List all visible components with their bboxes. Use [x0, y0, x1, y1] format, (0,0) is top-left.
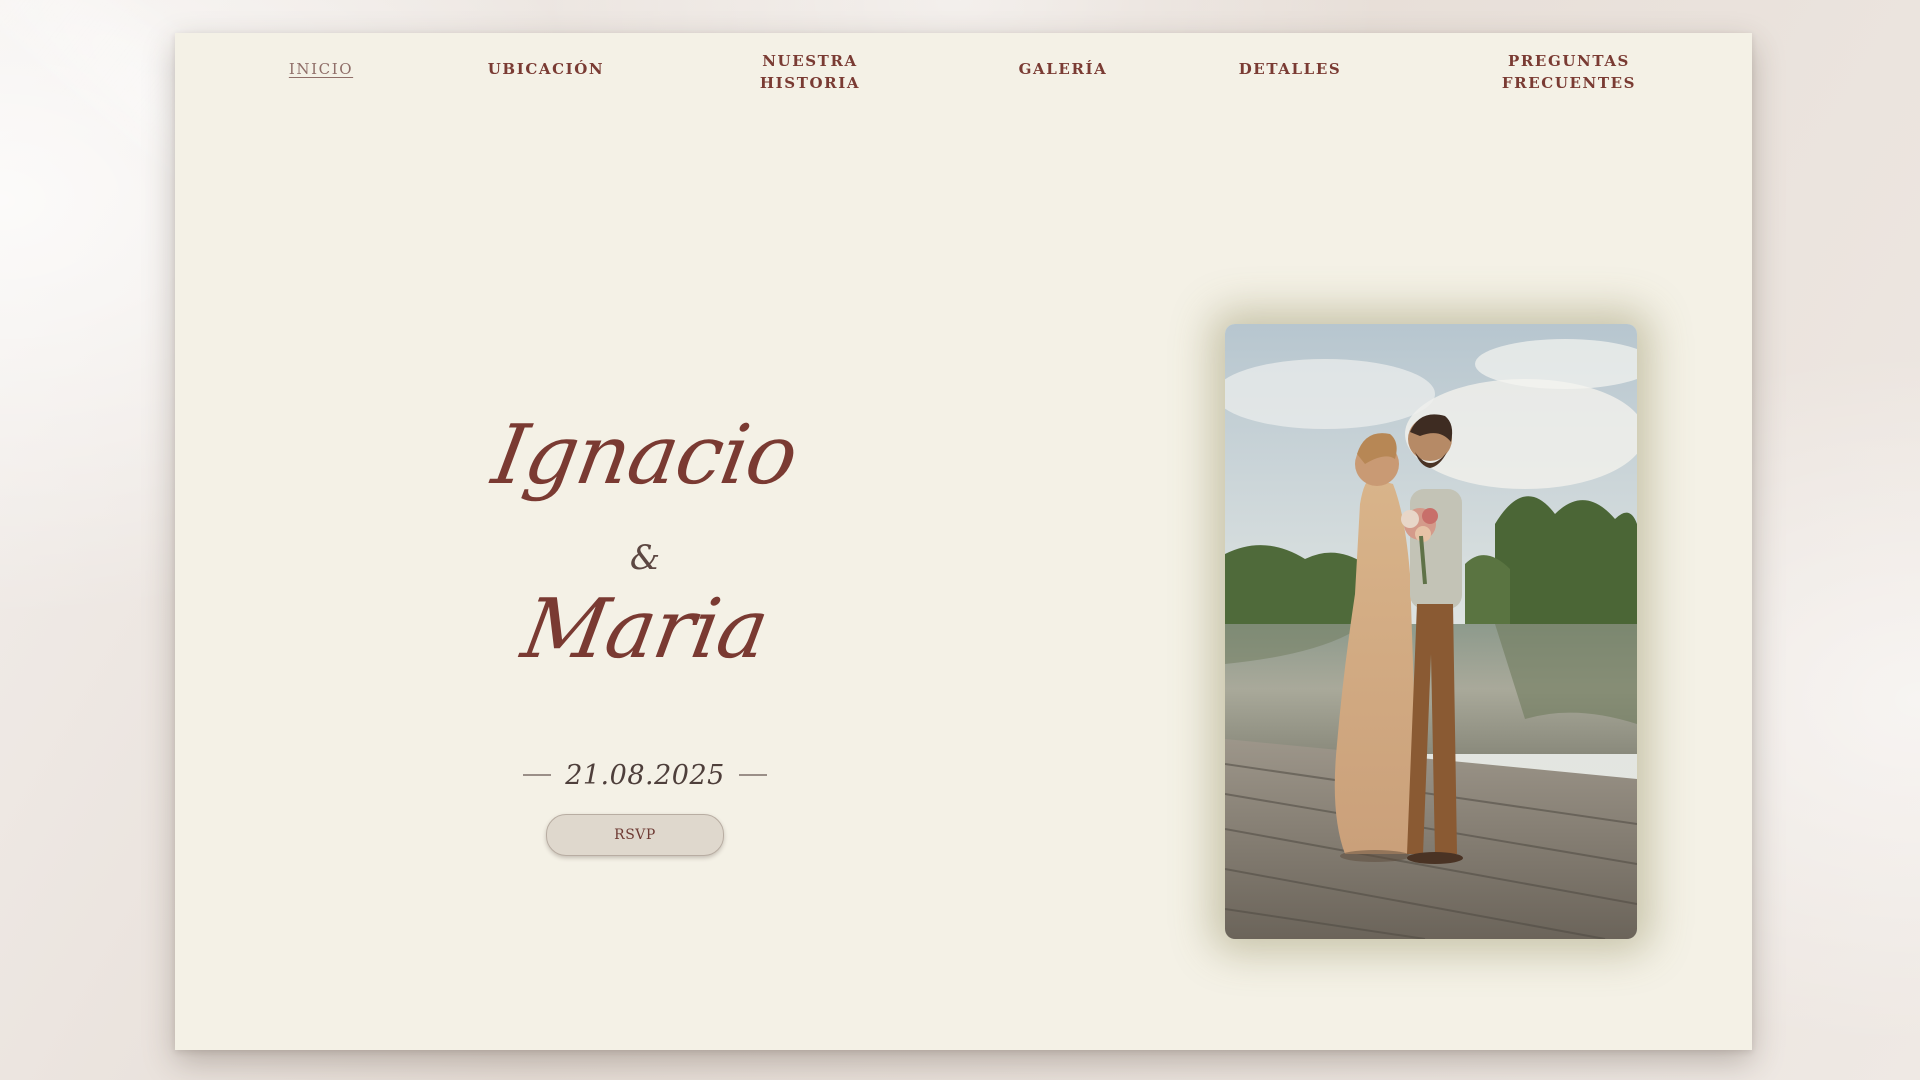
nav-item-ubicacion[interactable]: UBICACIÓN [488, 58, 605, 80]
invitation-page: INICIO UBICACIÓN NUESTRA HISTORIA GALERÍ… [175, 33, 1752, 1050]
groom-name: Ignacio [486, 408, 804, 503]
wedding-date: 21.08.2025 [565, 759, 725, 791]
date-divider-right [738, 774, 767, 776]
couple-photo-frame [1225, 324, 1637, 939]
date-divider-left [523, 774, 552, 776]
rsvp-button[interactable]: RSVP [546, 814, 724, 856]
bride-name: Maria [515, 582, 775, 677]
nav-item-preguntas-frecuentes[interactable]: PREGUNTAS FRECUENTES [1502, 50, 1636, 94]
couple-photo [1225, 324, 1637, 939]
ampersand: & [629, 538, 661, 578]
nav-item-nuestra-historia[interactable]: NUESTRA HISTORIA [760, 50, 860, 94]
main-nav: INICIO UBICACIÓN NUESTRA HISTORIA GALERÍ… [175, 33, 1752, 153]
nav-item-detalles[interactable]: DETALLES [1239, 58, 1342, 80]
nav-item-inicio[interactable]: INICIO [289, 58, 353, 80]
nav-item-galeria[interactable]: GALERÍA [1019, 58, 1108, 80]
wedding-date-row: 21.08.2025 [515, 755, 775, 795]
